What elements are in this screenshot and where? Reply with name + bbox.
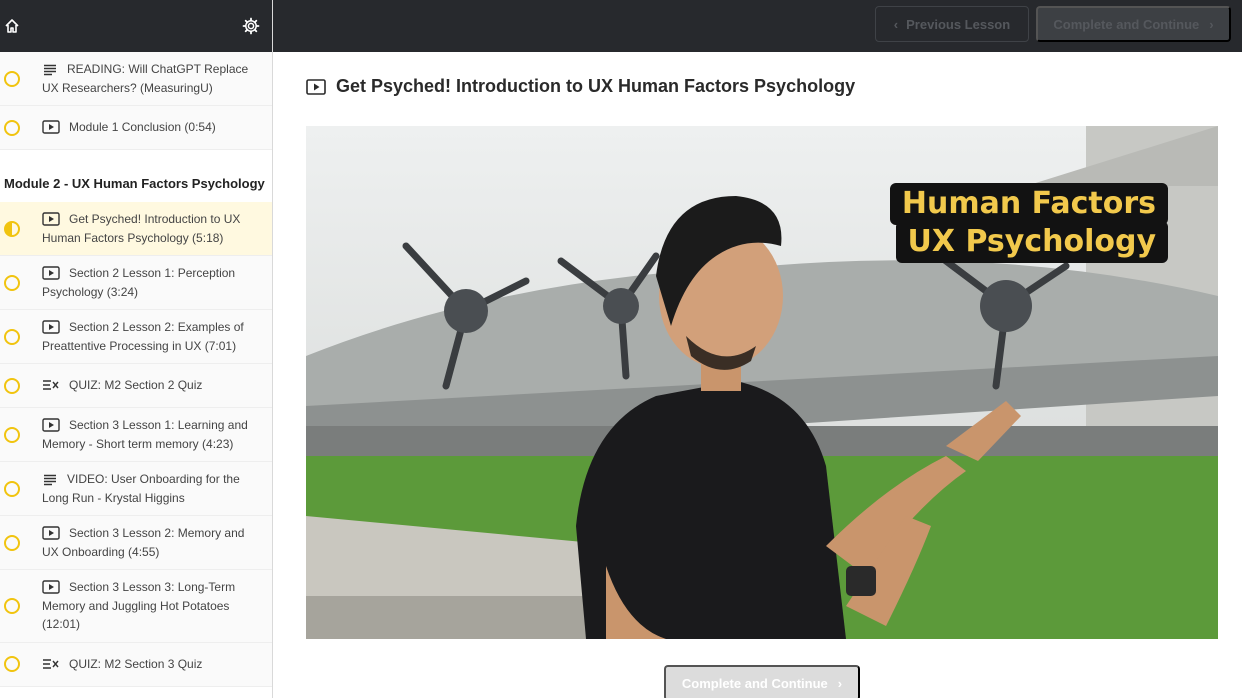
- status-circle-icon: [4, 656, 20, 672]
- video-icon: [42, 320, 60, 334]
- status-circle-icon: [4, 70, 20, 87]
- video-player[interactable]: Human Factors UX Psychology: [306, 126, 1218, 639]
- lesson-item[interactable]: READING: Will ChatGPT Replace UX Researc…: [0, 52, 272, 106]
- status-circle-icon: [4, 274, 20, 291]
- status-half-icon: [4, 220, 20, 237]
- sidebar-header: [0, 0, 272, 52]
- lesson-heading: Get Psyched! Introduction to UX Human Fa…: [306, 76, 855, 97]
- lesson-title: Get Psyched! Introduction to UX Human Fa…: [42, 212, 241, 245]
- quiz-icon: [43, 380, 59, 390]
- lesson-title: Section 3 Lesson 2: Memory and UX Onboar…: [42, 526, 245, 559]
- video-icon: [42, 120, 60, 134]
- lesson-item[interactable]: Module 1 Conclusion (0:54): [0, 106, 272, 150]
- lesson-title: Section 2 Lesson 2: Examples of Preatten…: [42, 320, 244, 353]
- reading-icon: [44, 64, 56, 76]
- status-circle-icon: [4, 377, 20, 394]
- lesson-item[interactable]: Section 3 Lesson 1: Learning and Memory …: [0, 408, 272, 462]
- complete-and-continue-top-button[interactable]: Complete and Continue ›: [1036, 6, 1231, 42]
- home-icon[interactable]: [4, 18, 20, 34]
- page-title: Get Psyched! Introduction to UX Human Fa…: [336, 76, 856, 96]
- lesson-item[interactable]: Section 2 Lesson 2: Examples of Preatten…: [0, 310, 272, 364]
- status-circle-icon: [4, 328, 20, 345]
- lesson-title: READING: Will ChatGPT Replace UX Researc…: [42, 62, 249, 95]
- reading-icon: [44, 474, 56, 486]
- lesson-topbar: ‹ Previous Lesson Complete and Continue …: [273, 0, 1242, 52]
- lesson-title: VIDEO: User Onboarding for the Long Run …: [42, 472, 240, 505]
- video-icon: [42, 580, 60, 594]
- course-sidebar: READING: Will ChatGPT Replace UX Researc…: [0, 0, 273, 698]
- module-title: Module 2 - UX Human Factors Psychology: [0, 150, 272, 202]
- quiz-icon: [43, 659, 59, 669]
- lesson-item-active[interactable]: Get Psyched! Introduction to UX Human Fa…: [0, 202, 272, 256]
- lesson-title: QUIZ: M2 Section 2 Quiz: [69, 378, 203, 393]
- lesson-item[interactable]: QUIZ: M2 Section 2 Quiz: [0, 364, 272, 408]
- lesson-title: Section 2 Lesson 1: Perception Psycholog…: [42, 266, 236, 299]
- lesson-title: Module 1 Conclusion (0:54): [69, 120, 216, 135]
- status-circle-icon: [4, 426, 20, 443]
- lesson-item[interactable]: Section 2 Lesson 1: Perception Psycholog…: [0, 256, 272, 310]
- chevron-left-icon: ‹: [893, 16, 899, 32]
- lesson-item[interactable]: VIDEO: User Onboarding for the Long Run …: [0, 462, 272, 516]
- gear-icon[interactable]: [242, 17, 260, 35]
- status-circle-icon: [4, 119, 20, 136]
- video-icon: [42, 266, 60, 280]
- chevron-right-icon: ›: [837, 675, 843, 691]
- video-icon: [42, 212, 60, 226]
- chevron-right-icon: ›: [1209, 16, 1214, 32]
- lesson-title: QUIZ: M2 Section 3 Quiz: [69, 656, 203, 671]
- status-circle-icon: [4, 534, 20, 551]
- video-icon: [306, 78, 326, 95]
- lesson-item[interactable]: QUIZ: M2 Section 3 Quiz: [0, 642, 272, 687]
- video-overlay-text: UX Psychology: [895, 221, 1168, 263]
- complete-and-continue-button[interactable]: Complete and Continue ›: [664, 665, 860, 698]
- video-icon: [42, 526, 60, 540]
- lesson-item[interactable]: Section 3 Lesson 3: Long-Term Memory and…: [0, 570, 272, 643]
- status-circle-icon: [4, 597, 20, 614]
- video-overlay-text: Human Factors: [889, 183, 1168, 225]
- video-icon: [42, 418, 60, 432]
- status-circle-icon: [4, 480, 20, 497]
- lesson-item[interactable]: Section 3 Lesson 2: Memory and UX Onboar…: [0, 516, 272, 570]
- lesson-list: READING: Will ChatGPT Replace UX Researc…: [0, 52, 272, 687]
- lesson-title: Section 3 Lesson 1: Learning and Memory …: [42, 418, 248, 451]
- lesson-content: Get Psyched! Introduction to UX Human Fa…: [273, 52, 1242, 698]
- previous-lesson-button[interactable]: ‹ Previous Lesson: [875, 6, 1029, 42]
- lesson-title: Section 3 Lesson 3: Long-Term Memory and…: [42, 580, 236, 631]
